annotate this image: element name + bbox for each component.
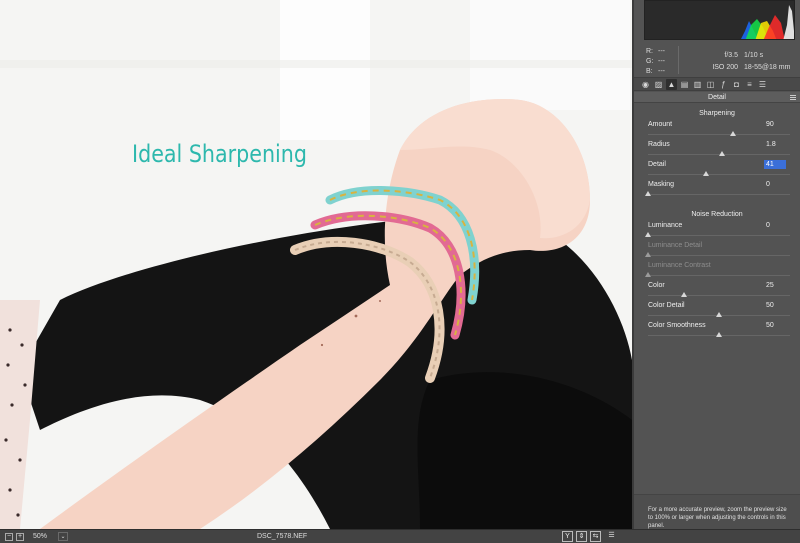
masking-track[interactable] (648, 194, 790, 195)
presets-icon[interactable]: ≡ (744, 79, 755, 90)
overlay-title: Ideal Sharpening (132, 140, 307, 168)
color-value-field[interactable]: 25 (764, 281, 786, 290)
detail-thumb[interactable] (703, 171, 710, 176)
shutter-speed: 1/10 s (744, 52, 764, 59)
zoom-out-button[interactable]: − (5, 533, 13, 541)
color-label: Color (648, 282, 665, 289)
histogram (644, 0, 795, 40)
color-detail-value-field[interactable]: 50 (764, 301, 786, 310)
sharpening-title: Sharpening (699, 110, 735, 117)
color-slider-row: Color 25 (648, 282, 796, 302)
panel-section-header: Detail (634, 92, 800, 103)
histogram-graph (741, 5, 794, 39)
luminance-detail-track[interactable] (648, 255, 790, 256)
luminance-thumb[interactable] (645, 232, 651, 237)
r-value: --- (658, 48, 665, 55)
swap-settings-button[interactable]: ⇆ (590, 531, 601, 542)
luminance-label: Luminance (648, 222, 683, 229)
preview-photo (0, 0, 632, 529)
masking-slider-row: Masking 0 (645, 180, 796, 201)
masking-value-field[interactable]: 0 (764, 180, 786, 189)
snapshots-icon[interactable]: ☰ (757, 79, 768, 90)
zoom-in-button[interactable]: + (16, 533, 24, 541)
info-divider (678, 46, 679, 74)
panel-menu-icon[interactable] (790, 95, 796, 100)
iso: ISO 200 (712, 64, 738, 71)
aperture: f/3.5 (724, 52, 738, 59)
luminance-contrast-thumb[interactable] (645, 272, 651, 277)
status-bar: − + 50% ⌄ DSC_7578.NEF Y ⇕ ⇆ ☰ (0, 529, 800, 543)
color-smoothness-label: Color Smoothness (648, 322, 706, 329)
image-preview[interactable]: Ideal Sharpening (0, 0, 632, 529)
panel-tabs: ◉ ▨ ▲ ▤ ▥ ◫ ƒ ◘ ≡ ☰ (634, 77, 800, 91)
g-label: G: (646, 58, 654, 65)
color-detail-label: Color Detail (648, 302, 685, 309)
color-detail-thumb[interactable] (716, 312, 722, 317)
radius-label: Radius (648, 141, 670, 148)
detail-track[interactable] (648, 174, 790, 175)
zoom-dropdown-icon[interactable]: ⌄ (58, 532, 68, 541)
panel-section-title: Detail (708, 94, 726, 101)
rgb-readout: R: --- G: --- B: --- (646, 47, 670, 77)
radius-thumb[interactable] (718, 151, 725, 156)
detail-label: Detail (648, 161, 666, 168)
detail-slider-row: Detail 41 (648, 160, 796, 181)
luminance-contrast-slider-row: Luminance Contrast (645, 262, 796, 282)
masking-thumb[interactable] (645, 191, 651, 196)
amount-label: Amount (648, 121, 673, 128)
adjustment-panel: R: --- G: --- B: --- f/3.5 1/10 s ISO 200 18-… (632, 0, 800, 543)
color-thumb[interactable] (680, 292, 687, 297)
luminance-slider-row: Luminance 0 (645, 221, 796, 242)
basic-aperture-icon[interactable]: ◉ (640, 79, 651, 90)
lens-corrections-icon[interactable]: ◫ (705, 79, 716, 90)
masking-label: Masking (648, 181, 675, 188)
g-value: --- (658, 58, 665, 65)
luminance-contrast-label: Luminance Contrast (648, 262, 711, 269)
camera-calibration-icon[interactable]: ◘ (731, 79, 742, 90)
luminance-detail-thumb[interactable] (645, 252, 651, 257)
color-smoothness-value-field[interactable]: 50 (764, 321, 786, 330)
histogram-white (783, 5, 794, 39)
filename: DSC_7578.NEF (257, 533, 308, 540)
detail-value-field[interactable]: 41 (764, 160, 786, 169)
amount-value-field[interactable]: 90 (764, 120, 786, 129)
color-track[interactable] (648, 295, 790, 296)
tone-curve-icon[interactable]: ▨ (653, 79, 664, 90)
zoom-level: 50% (33, 533, 48, 540)
amount-slider-row: Amount 90 (648, 121, 796, 141)
luminance-track[interactable] (648, 235, 790, 236)
preview-hint: For a more accurate preview, zoom the pr… (634, 494, 800, 529)
radius-value-field[interactable]: 1.8 (764, 140, 786, 149)
lens: 18-55@18 mm (744, 64, 791, 71)
hsl-icon[interactable]: ▤ (679, 79, 690, 90)
view-settings-icon[interactable]: ☰ (606, 531, 617, 542)
split-toning-icon[interactable]: ▥ (692, 79, 703, 90)
camera-info: f/3.5 1/10 s ISO 200 18-55@18 mm (698, 50, 790, 74)
before-after-y-button[interactable]: Y (562, 531, 573, 542)
luminance-detail-slider-row: Luminance Detail (645, 242, 796, 262)
amount-track[interactable] (648, 134, 790, 135)
luminance-detail-label: Luminance Detail (648, 242, 703, 249)
amount-thumb[interactable] (730, 131, 737, 136)
r-label: R: (646, 48, 653, 55)
luminance-contrast-track[interactable] (648, 275, 790, 276)
color-detail-slider-row: Color Detail 50 (648, 302, 796, 322)
noise-reduction-title: Noise Reduction (691, 211, 743, 218)
effects-fx-icon[interactable]: ƒ (718, 79, 729, 90)
color-smoothness-thumb[interactable] (716, 332, 722, 337)
detail-triangle-icon[interactable]: ▲ (666, 78, 677, 90)
b-value: --- (658, 68, 665, 75)
luminance-value-field[interactable]: 0 (764, 221, 786, 230)
color-smoothness-slider-row: Color Smoothness 50 (648, 322, 796, 342)
radius-slider-row: Radius 1.8 (648, 141, 796, 161)
b-label: B: (646, 68, 653, 75)
before-after-split-button[interactable]: ⇕ (576, 531, 587, 542)
